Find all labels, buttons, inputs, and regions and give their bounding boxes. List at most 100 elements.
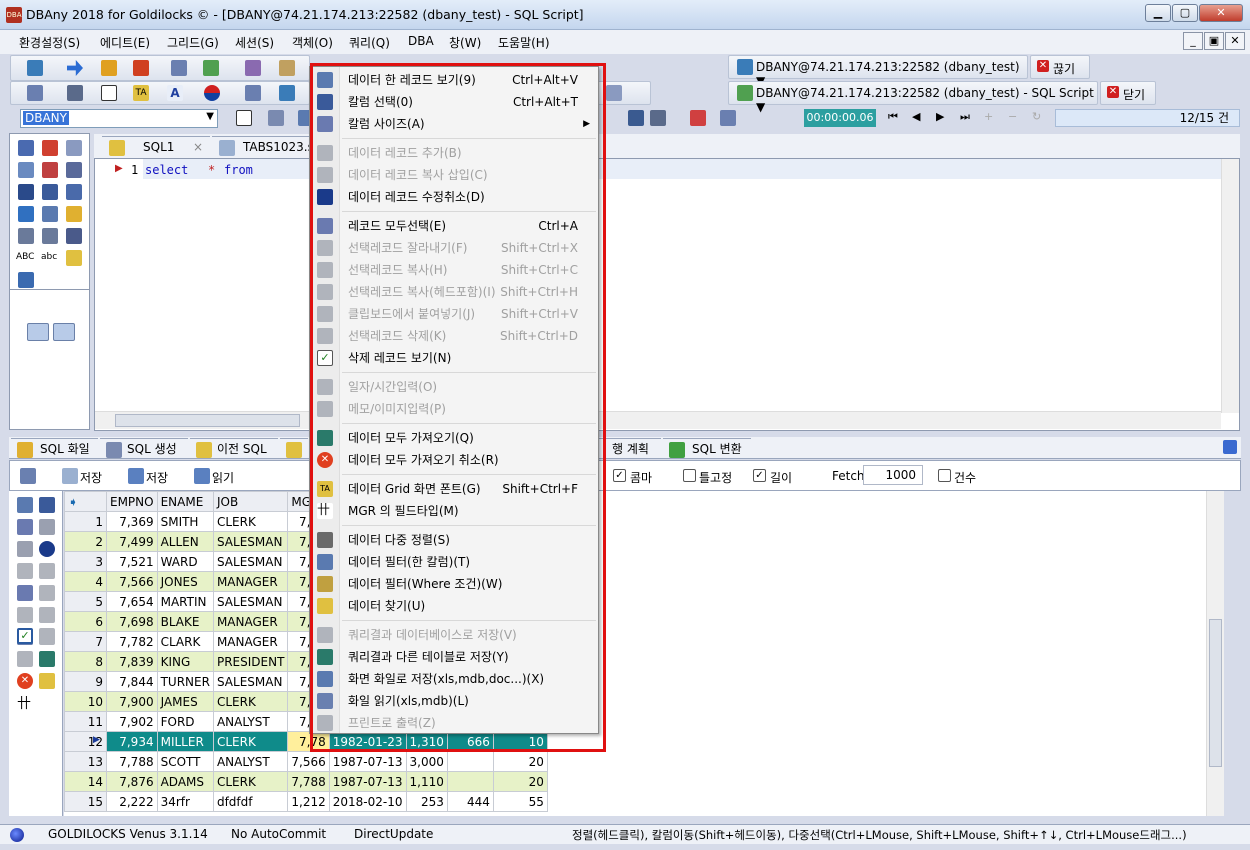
row-number[interactable]: 13 xyxy=(64,751,107,772)
palette-icon-8[interactable] xyxy=(42,184,58,200)
row-number[interactable]: 1 xyxy=(64,511,107,532)
cancel-fetch-icon[interactable]: ✕ xyxy=(17,673,33,689)
row-number[interactable]: 11 xyxy=(64,711,107,732)
ename-cell[interactable]: ALLEN xyxy=(156,531,214,552)
job-cell[interactable]: SALESMAN xyxy=(212,551,289,572)
lowercase-icon[interactable]: abc xyxy=(41,252,57,262)
column-size-icon[interactable] xyxy=(17,519,33,535)
export-icon[interactable] xyxy=(101,60,117,76)
job-cell[interactable]: ANALYST xyxy=(212,751,289,772)
empno-cell[interactable]: 7,844 xyxy=(106,671,158,692)
job-cell[interactable]: SALESMAN xyxy=(212,671,289,692)
page-icon[interactable] xyxy=(268,110,284,126)
select-all-icon[interactable] xyxy=(17,585,33,601)
date-input-icon[interactable] xyxy=(17,651,33,667)
deptno-cell[interactable]: 55 xyxy=(492,791,548,812)
job-cell[interactable]: PRESIDENT xyxy=(212,651,289,672)
ename-cell[interactable]: SMITH xyxy=(156,511,214,532)
connect-icon[interactable] xyxy=(27,60,43,76)
table-icon[interactable] xyxy=(203,60,219,76)
uppercase-icon[interactable]: ABC xyxy=(16,252,34,262)
text-a-icon[interactable]: A xyxy=(167,85,183,101)
table-row[interactable]: 13 7,788 SCOTT ANALYST 7,566 1987-07-13 3,000 2… xyxy=(64,751,548,772)
disconnect-button[interactable]: 끊기 xyxy=(1053,60,1075,77)
palette-icon-10[interactable] xyxy=(18,206,34,222)
ename-cell[interactable]: BLAKE xyxy=(156,611,214,632)
menu-settings[interactable]: 환경설정(S) xyxy=(19,34,80,51)
fetch-all-icon[interactable] xyxy=(39,651,55,667)
menu-edit[interactable]: 에디트(E) xyxy=(100,34,150,51)
ename-cell[interactable]: 34rfr xyxy=(156,791,214,812)
empno-cell[interactable]: 7,902 xyxy=(106,711,158,732)
job-cell[interactable]: CLERK xyxy=(212,771,289,792)
row-number[interactable]: 8 xyxy=(64,651,107,672)
download-icon[interactable] xyxy=(690,110,706,126)
print-icon[interactable] xyxy=(67,85,83,101)
delete-record-button[interactable]: − xyxy=(1008,110,1017,123)
window-icon[interactable] xyxy=(279,85,295,101)
ename-cell[interactable]: TURNER xyxy=(156,671,214,692)
sql-editor[interactable]: ▶ 1 select * from xyxy=(94,158,1240,431)
row-indicator-header[interactable]: ➧ xyxy=(64,491,107,512)
new-page-icon[interactable] xyxy=(101,85,117,101)
column-select-icon[interactable] xyxy=(39,497,55,513)
empno-cell[interactable]: 7,782 xyxy=(106,631,158,652)
mgr-cell[interactable]: 7,566 xyxy=(287,751,330,772)
palette-icon-1[interactable] xyxy=(18,140,34,156)
close-script-button[interactable]: 닫기 xyxy=(1123,86,1145,103)
schema-select[interactable]: DBANY ▼ xyxy=(20,109,218,128)
menu-query[interactable]: 쿼리(Q) xyxy=(349,34,390,51)
ename-cell[interactable]: FORD xyxy=(156,711,214,732)
ename-cell[interactable]: SCOTT xyxy=(156,751,214,772)
side-icon-16[interactable] xyxy=(39,628,55,644)
job-cell[interactable]: SALESMAN xyxy=(212,591,289,612)
freeze-checkbox[interactable] xyxy=(683,469,696,482)
empno-cell[interactable]: 7,369 xyxy=(106,511,158,532)
last-record-button[interactable]: ⏭ xyxy=(960,110,970,124)
arrow-right-icon[interactable] xyxy=(67,60,83,76)
empno-cell[interactable]: 7,900 xyxy=(106,691,158,712)
grid-vertical-scrollbar[interactable] xyxy=(1206,491,1224,816)
sal-cell[interactable]: 3,000 xyxy=(405,751,448,772)
font-size-icon[interactable] xyxy=(66,250,82,266)
maximize-button[interactable]: ▢ xyxy=(1172,4,1198,22)
copy-header-icon[interactable] xyxy=(39,607,55,623)
empno-cell[interactable]: 7,698 xyxy=(106,611,158,632)
deptno-cell[interactable]: 20 xyxy=(492,751,548,772)
tab-sql-file[interactable]: SQL 화일 xyxy=(11,438,98,458)
hiredate-cell[interactable]: 2018-02-10 xyxy=(328,791,407,812)
length-checkbox[interactable]: ✓ xyxy=(753,469,766,482)
add-record-button[interactable]: + xyxy=(984,110,993,123)
side-icon-8[interactable] xyxy=(39,563,55,579)
close-button[interactable]: ✕ xyxy=(1199,4,1243,22)
palette-icon-6[interactable] xyxy=(66,162,82,178)
tab-prev-sql[interactable]: 이전 SQL xyxy=(190,438,278,458)
deptno-cell[interactable]: 20 xyxy=(492,771,548,792)
side-icon-7[interactable] xyxy=(17,563,33,579)
cut-icon[interactable] xyxy=(39,585,55,601)
record-view-icon[interactable] xyxy=(17,497,33,513)
hiredate-cell[interactable]: 1987-07-13 xyxy=(328,751,407,772)
editor-vertical-scrollbar[interactable] xyxy=(1221,159,1239,413)
grid-font-icon[interactable] xyxy=(39,673,55,689)
read-file-button[interactable]: 읽기 xyxy=(212,469,234,486)
grid-icon[interactable] xyxy=(245,85,261,101)
job-cell[interactable]: CLERK xyxy=(212,691,289,712)
row-number[interactable]: 10 xyxy=(64,691,107,712)
flag-icon[interactable] xyxy=(204,85,220,101)
job-cell[interactable]: CLERK xyxy=(212,731,289,752)
ename-cell[interactable]: WARD xyxy=(156,551,214,572)
palette-icon-12[interactable] xyxy=(66,206,82,222)
palette-icon-9[interactable] xyxy=(66,184,82,200)
minimize-button[interactable]: ▁ xyxy=(1145,4,1171,22)
hiredate-cell[interactable]: 1987-07-13 xyxy=(328,771,407,792)
comm-cell[interactable] xyxy=(446,771,494,792)
tools-icon[interactable] xyxy=(27,85,43,101)
ename-cell[interactable]: KING xyxy=(156,651,214,672)
palette-icon-4[interactable] xyxy=(18,162,34,178)
job-cell[interactable]: SALESMAN xyxy=(212,531,289,552)
save-db-button[interactable]: 저장 xyxy=(80,469,102,486)
empno-cell[interactable]: 7,521 xyxy=(106,551,158,572)
tab-close-icon[interactable]: × xyxy=(193,137,203,157)
import-icon[interactable] xyxy=(133,60,149,76)
